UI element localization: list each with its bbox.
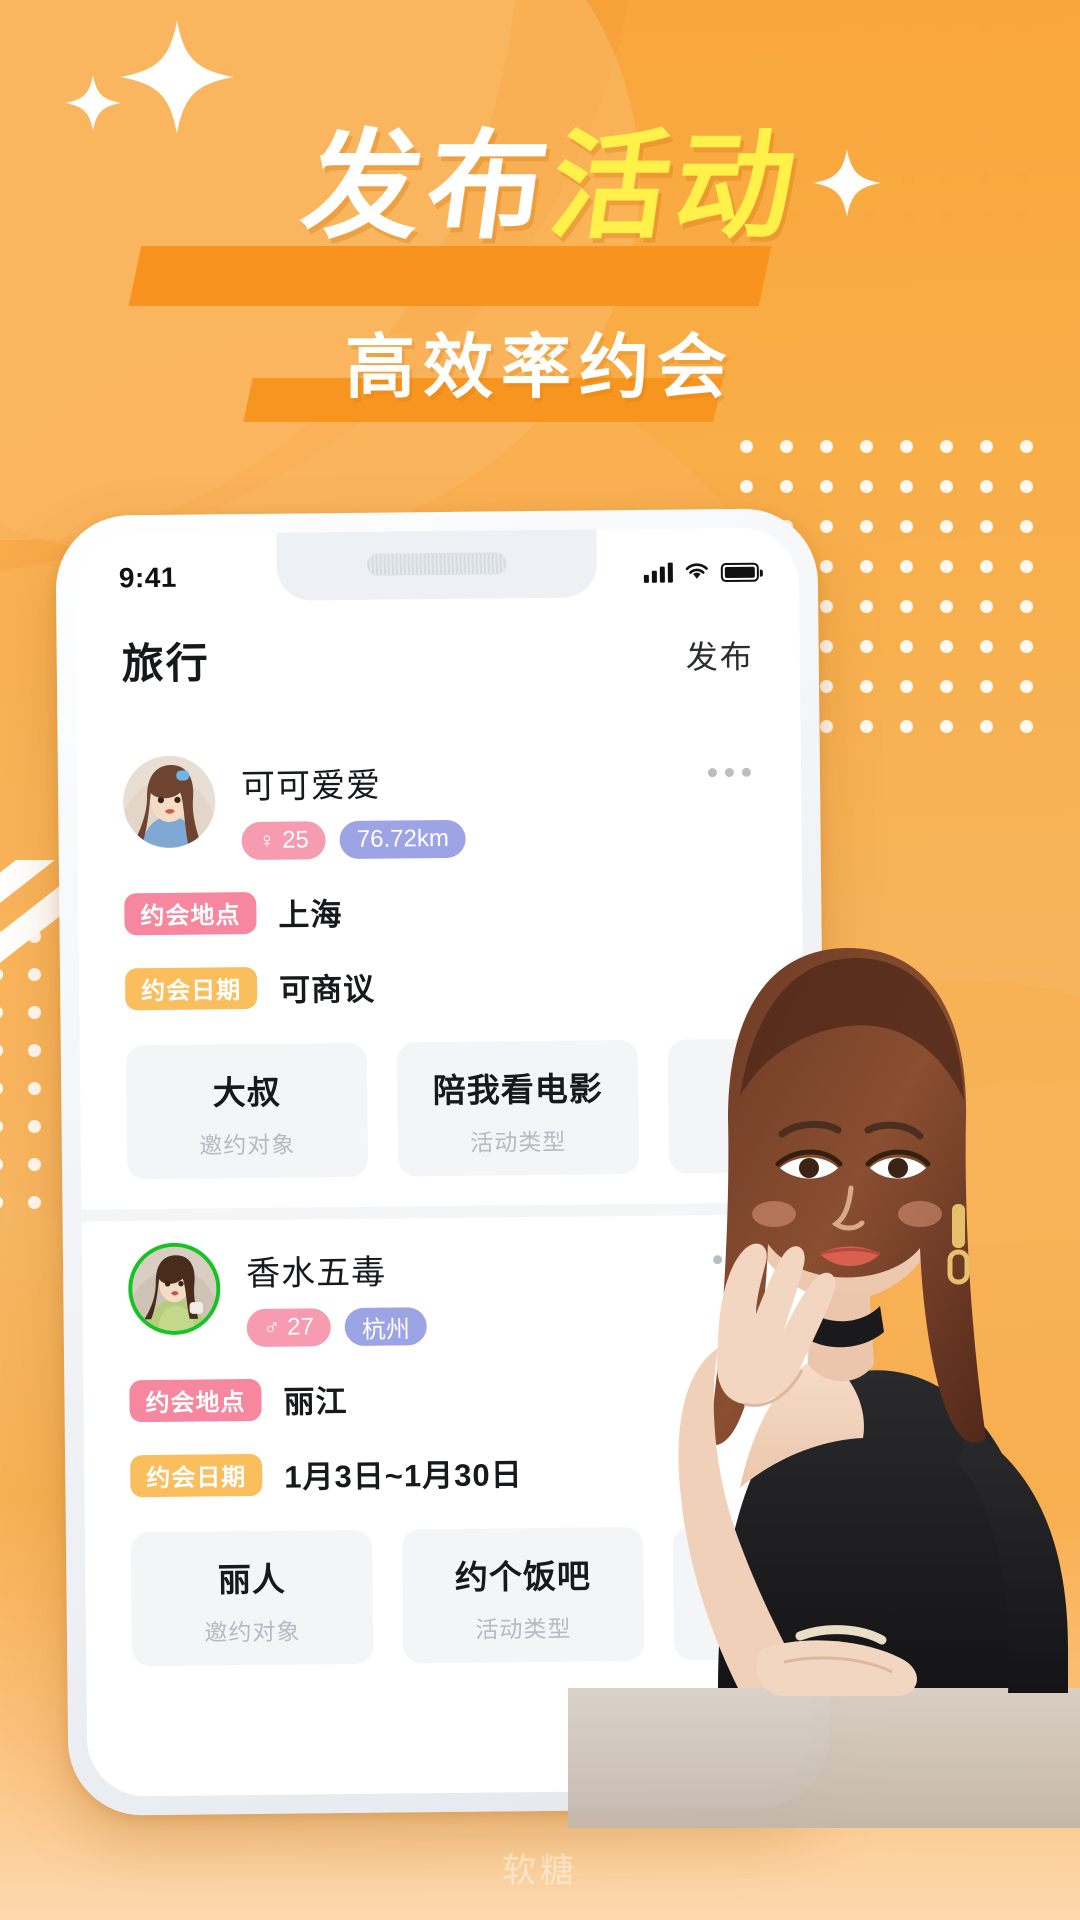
extra-tile[interactable]: [667, 1038, 760, 1174]
activity-caption: 活动类型: [470, 1128, 567, 1156]
user-info: 香水五毒 ♂ 27 杭州: [245, 1237, 761, 1348]
date-label: 约会日期: [130, 1453, 263, 1497]
gender-age-badge: ♂ 27: [246, 1308, 332, 1348]
user-row: 香水五毒 ♂ 27 杭州: [127, 1237, 761, 1349]
user-badges: ♂ 27 杭州: [246, 1304, 761, 1348]
avatar[interactable]: [127, 1242, 221, 1336]
location-value: 上海: [278, 897, 343, 933]
distance-badge: 杭州: [344, 1307, 428, 1347]
watermark-text: 软糖: [502, 1852, 578, 1890]
subtitle-text: 高效率约会: [345, 328, 735, 406]
phone-screen: 9:41 旅行 发布 可可爱爱 ♀ 25 76.72km 约会地点 上海 约会日期 可商议 大叔…: [74, 527, 812, 1797]
location-value: 丽江: [283, 1384, 348, 1420]
signal-bars-icon: [643, 562, 673, 583]
user-badges: ♀ 25 76.72km: [241, 817, 755, 861]
activity-card[interactable]: 可可爱爱 ♀ 25 76.72km 约会地点 上海 约会日期 可商议 大叔 邀约对象 陪我看电影 活动…: [76, 727, 806, 1210]
more-horizontal-icon[interactable]: [712, 1254, 757, 1265]
gender-icon: ♀: [258, 827, 276, 853]
headline-white-text: 发布: [294, 121, 562, 253]
headline-underline-band: [128, 246, 772, 306]
poster-headline: 发布活动: [0, 121, 1080, 306]
headline-yellow-text: 活动: [542, 121, 810, 253]
poster-subtitle: 高效率约会: [0, 328, 1080, 422]
phone-mockup: 9:41 旅行 发布 可可爱爱 ♀ 25 76.72km 约会地点 上海 约会日期 可商议 大叔…: [55, 508, 831, 1816]
extra-value: [678, 1061, 748, 1100]
activity-value: 陪我看电影: [432, 1070, 603, 1110]
date-row: 约会日期 1月3日~1月30日: [130, 1447, 762, 1499]
avatar[interactable]: [122, 755, 216, 849]
status-bar-time: 9:41: [118, 561, 178, 594]
age-value: 27: [287, 1313, 315, 1341]
location-label: 约会地点: [124, 891, 257, 935]
target-tile[interactable]: 丽人 邀约对象: [130, 1529, 374, 1667]
app-nav-bar: 旅行 发布: [75, 597, 800, 710]
battery-full-icon: [720, 562, 759, 582]
activity-value: 约个饭吧: [454, 1557, 592, 1596]
date-row: 约会日期 可商议: [124, 960, 757, 1012]
activity-card[interactable]: 香水五毒 ♂ 27 杭州 约会地点 丽江 约会日期 1月3日~1月30日 丽人 邀约对象 约个饭吧活…: [81, 1202, 811, 1697]
target-caption: 邀约对象: [199, 1131, 296, 1159]
sparkle-icon-small: [64, 74, 122, 132]
more-horizontal-icon[interactable]: [707, 767, 751, 778]
target-tile[interactable]: 大叔 邀约对象: [125, 1042, 369, 1180]
publish-button[interactable]: 发布: [685, 631, 754, 678]
gender-icon: ♂: [263, 1314, 281, 1340]
activity-caption: 活动类型: [475, 1615, 572, 1643]
status-bar: 9:41: [74, 527, 799, 605]
activity-tile[interactable]: 陪我看电影 活动类型: [396, 1039, 640, 1177]
status-bar-icons: [643, 559, 759, 585]
date-value: 1月3日~1月30日: [284, 1457, 523, 1495]
target-value: 大叔: [212, 1073, 281, 1112]
distance-badge: 76.72km: [339, 819, 467, 860]
extra-value: [683, 1548, 753, 1587]
extra-caption: [684, 1598, 754, 1626]
user-name: 香水五毒: [245, 1253, 387, 1294]
user-row: 可可爱爱 ♀ 25 76.72km: [122, 750, 756, 862]
extra-caption: [678, 1111, 748, 1139]
attribute-tiles: 丽人 邀约对象 约个饭吧 活动类型: [130, 1525, 765, 1667]
user-info: 可可爱爱 ♀ 25 76.72km: [240, 750, 756, 861]
location-row: 约会地点 上海: [124, 885, 756, 937]
gender-age-badge: ♀ 25: [241, 821, 327, 861]
activity-tile[interactable]: 约个饭吧 活动类型: [401, 1526, 645, 1664]
date-label: 约会日期: [124, 966, 258, 1010]
date-value: 可商议: [279, 971, 376, 1008]
attribute-tiles: 大叔 邀约对象 陪我看电影 活动类型: [125, 1038, 760, 1180]
wifi-icon: [684, 560, 710, 585]
target-value: 丽人: [217, 1560, 287, 1599]
extra-tile[interactable]: [672, 1525, 765, 1661]
page-title: 旅行: [121, 639, 211, 688]
location-row: 约会地点 丽江: [129, 1372, 761, 1424]
sparkle-icon: [118, 18, 236, 136]
target-caption: 邀约对象: [204, 1618, 301, 1646]
user-name: 可可爱爱: [240, 766, 382, 807]
activity-feed[interactable]: 可可爱爱 ♀ 25 76.72km 约会地点 上海 约会日期 可商议 大叔 邀约对象 陪我看电影 活动…: [76, 727, 812, 1797]
age-value: 25: [281, 826, 309, 854]
location-label: 约会地点: [129, 1378, 262, 1422]
